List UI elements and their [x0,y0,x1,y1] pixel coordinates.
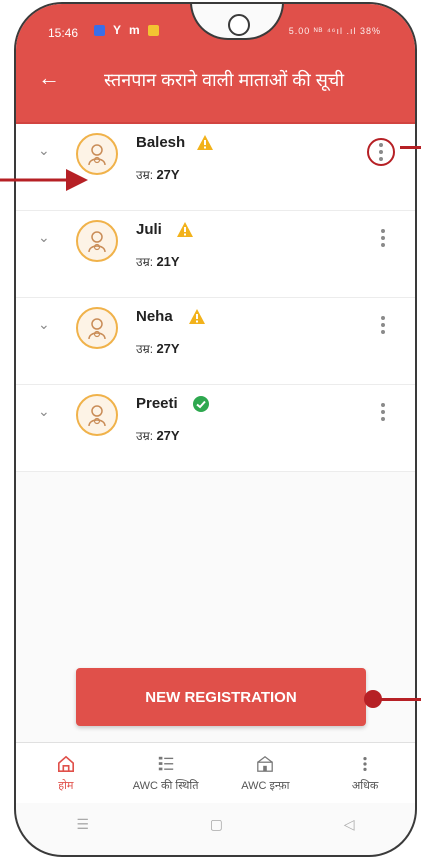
mother-icon [88,144,106,166]
more-options-button[interactable] [373,399,393,425]
member-name: Balesh [136,134,186,151]
more-options-button[interactable] [373,225,393,251]
more-options-button[interactable] [367,138,395,166]
recent-apps-icon[interactable]: ☰ [76,816,89,833]
title-row: ← स्तनपान कराने वाली माताओं की सूची [16,62,415,102]
yahoo-icon: Y [113,23,122,37]
warning-icon [188,308,206,326]
chevron-down-icon[interactable]: ⌄ [38,403,52,419]
age-label: उम्र: [136,168,154,182]
member-name: Juli [136,221,162,238]
avatar [76,394,118,436]
nav-label: AWC इन्फ़ा [241,779,290,792]
back-button-icon[interactable]: ◁ [344,816,355,833]
member-name: Preeti [136,395,178,412]
mother-icon [88,405,106,427]
annotation-dot [364,690,382,708]
member-name: Neha [136,308,173,325]
system-nav-bar: ☰ ▢ ◁ [16,804,415,844]
nav-label: होम [58,779,74,792]
list-item[interactable]: ⌄ Neha उम्र: 27Y [16,298,415,385]
camera-icon [228,14,250,36]
chevron-down-icon[interactable]: ⌄ [38,142,52,158]
message-icon [94,24,105,36]
status-icons: Y m [94,23,159,37]
mother-icon [88,318,106,340]
bottom-nav: होम AWC की स्थिति AWC इन्फ़ा अधिक [16,742,415,803]
nav-item-awc-status[interactable]: AWC की स्थिति [116,743,216,803]
more-options-button[interactable] [373,312,393,338]
nav-item-home[interactable]: होम [16,743,116,803]
age-text: उम्र: 27Y [136,340,180,357]
age-text: उम्र: 27Y [136,166,180,183]
age-value: 27Y [156,428,180,443]
annotation-pointer-line [400,146,421,149]
building-icon [255,754,275,774]
checklist-icon [156,754,176,774]
home-button-icon[interactable]: ▢ [210,816,223,833]
app-icon [147,24,159,36]
mother-icon [88,231,106,253]
page-title: स्तनपान कराने वाली माताओं की सूची [104,70,344,90]
age-label: उम्र: [136,255,154,269]
phone-frame: 15:46 Y m 5.00 ᴺᴮ ⁴⁶ıl .ıl 38% ← स्तनपान… [14,2,417,857]
age-label: उम्र: [136,429,154,443]
age-value: 27Y [156,167,180,182]
age-value: 27Y [156,341,180,356]
status-right: 5.00 ᴺᴮ ⁴⁶ıl .ıl 38% [288,26,381,36]
home-icon [56,754,76,774]
avatar [76,220,118,262]
age-text: उम्र: 21Y [136,253,180,270]
warning-icon [196,134,214,152]
nav-item-awc-infra[interactable]: AWC इन्फ़ा [216,743,316,803]
avatar [76,307,118,349]
chevron-down-icon[interactable]: ⌄ [38,229,52,245]
nav-label: AWC की स्थिति [132,779,199,792]
chevron-down-icon[interactable]: ⌄ [38,316,52,332]
back-arrow-icon[interactable]: ← [38,64,60,92]
gmail-icon: m [129,23,140,37]
list-item[interactable]: ⌄ Juli उम्र: 21Y [16,211,415,298]
check-badge-icon [192,395,210,413]
new-registration-button[interactable]: NEW REGISTRATION [76,668,366,726]
warning-icon [176,221,194,239]
more-vertical-icon [355,754,375,774]
age-text: उम्र: 27Y [136,427,180,444]
status-time: 15:46 [48,26,79,40]
annotation-arrow [0,169,88,191]
nav-label: अधिक [351,779,379,792]
nav-item-more[interactable]: अधिक [315,743,415,803]
age-label: उम्र: [136,342,154,356]
age-value: 21Y [156,254,180,269]
list-item[interactable]: ⌄ Preeti उम्र: 27Y [16,385,415,472]
